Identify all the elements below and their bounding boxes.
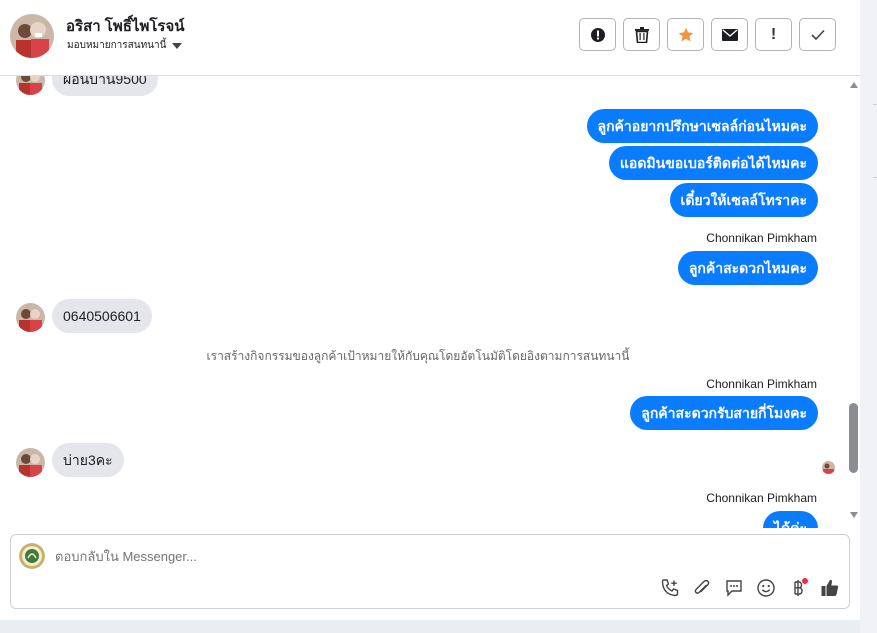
mark-unread-button[interactable] [711,18,748,51]
follow-up-button[interactable]: ! [755,18,792,51]
assign-conversation-dropdown[interactable]: มอบหมายการสนทนานี้ [67,38,183,53]
outgoing-message: ลูกค้าสะดวกรับสายกี่โมงคะ [630,396,818,430]
contact-avatar-small [16,303,45,332]
contact-avatar-small [16,76,45,95]
saved-replies-icon[interactable] [723,577,745,599]
scroll-up-arrow-icon[interactable] [850,82,858,88]
scroll-down-arrow-icon[interactable] [850,512,858,518]
check-icon [810,29,825,40]
star-button[interactable] [667,18,704,51]
outgoing-message: แอดมินขอเบอร์ติดต่อได้ไหมคะ [608,146,818,180]
scroll-thumb[interactable] [849,403,858,473]
paperclip-icon[interactable] [691,577,713,599]
incoming-message: 0640506601 [52,299,152,333]
outgoing-message: ได้ค่ะ [762,511,818,528]
outgoing-message: ลูกค้าอยากปรึกษาเซลล์ก่อนไหมคะ [586,109,818,143]
assign-label: มอบหมายการสนทนานี้ [67,40,167,51]
system-notice: เราสร้างกิจกรรมของลูกค้าเป้าหมายให้กับคุ… [206,349,630,363]
reply-composer [10,534,850,609]
conversation-header: อริสา โพธิ์ไพโรจน์ มอบหมายการสนทนานี้ ! [0,0,860,76]
sender-name: Chonnikan Pimkham [706,377,817,391]
reply-input[interactable] [55,549,555,564]
smiley-icon[interactable] [755,577,777,599]
incoming-message: บ่าย3คะ [52,443,124,477]
outgoing-message: ลูกค้าสะดวกไหมคะ [677,251,818,285]
envelope-icon [721,28,738,41]
incoming-message: ผ่อนบ้าน9500 [52,76,158,96]
message-scrollbar[interactable] [848,76,860,528]
trash-icon [634,26,649,43]
star-icon [678,27,693,41]
divider [873,104,877,105]
phone-plus-icon[interactable] [659,577,681,599]
notification-dot [801,577,809,585]
messenger-panel: อริสา โพธิ์ไพโรจน์ มอบหมายการสนทนานี้ ! … [0,0,860,620]
baht-icon[interactable] [787,577,809,599]
thumbs-up-icon[interactable] [819,577,841,599]
sender-name: Chonnikan Pimkham [706,491,817,505]
conversation-actions: ! [579,18,836,51]
caret-down-icon [172,42,183,49]
mark-spam-button[interactable] [579,18,616,51]
divider [873,177,877,178]
delete-button[interactable] [623,18,660,51]
contact-name: อริสา โพธิ์ไพโรจน์ [66,18,185,35]
page-avatar [19,543,45,569]
outgoing-message: เดี๋ยวให้เซลล์โทราคะ [669,183,818,217]
composer-tools [659,577,841,599]
contact-avatar[interactable] [10,14,54,58]
alert-circle-icon [590,27,605,42]
sender-name: Chonnikan Pimkham [706,231,817,245]
mark-done-button[interactable] [799,18,836,51]
right-sidebar-edge [860,0,877,633]
contact-avatar-small [16,448,45,477]
exclamation-icon: ! [770,25,777,43]
seen-avatar [822,461,835,474]
message-list: ผ่อนบ้าน9500 ลูกค้าอยากปรึกษาเซลล์ก่อนไห… [0,76,848,528]
